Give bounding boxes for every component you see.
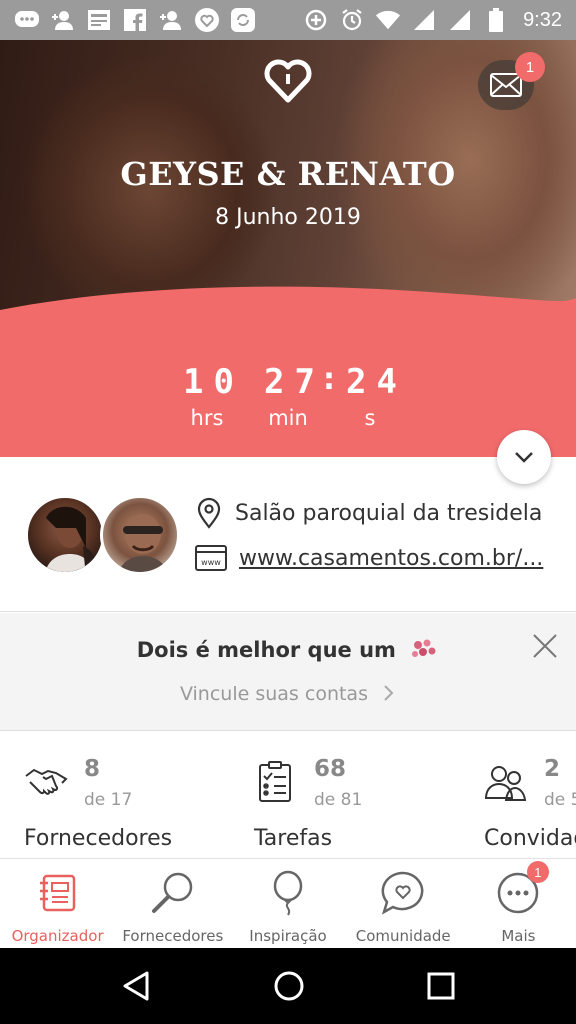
avatar-groom[interactable] <box>100 495 180 575</box>
stat-guests-label: Convidados <box>484 826 576 851</box>
nav-organizer-label: Organizador <box>11 927 104 945</box>
svg-text:www: www <box>201 558 221 567</box>
recents-icon[interactable] <box>427 972 455 1000</box>
add-user-icon <box>158 7 184 33</box>
nav-more[interactable]: Mais 1 <box>461 859 576 948</box>
home-icon[interactable] <box>273 970 305 1002</box>
heart-app-icon <box>194 7 220 33</box>
handshake-icon <box>25 768 68 795</box>
website-row[interactable]: www www.casamentos.com.br/... <box>195 545 543 571</box>
venue-name: Salão paroquial da tresidela <box>235 500 543 526</box>
stat-tasks-value: 68 <box>314 756 347 782</box>
message-icon <box>14 7 40 33</box>
countdown-separator: : <box>323 362 335 397</box>
stat-vendors-total: de 17 <box>84 790 133 810</box>
guests-icon <box>484 766 527 801</box>
signal-icon <box>447 7 473 33</box>
system-icons: 9:32 <box>303 7 562 33</box>
organizer-icon <box>34 869 82 917</box>
collapse-button[interactable] <box>497 430 551 484</box>
venue-row: Salão paroquial da tresidela <box>195 497 542 529</box>
countdown-panel: 10 27 : 24 hrs min s <box>0 286 576 457</box>
close-icon[interactable] <box>530 631 560 661</box>
planning-stats: 8 de 17 Fornecedores 68 de 81 Tarefas 2 <box>0 732 576 858</box>
balloon-icon <box>264 869 312 917</box>
wedding-date: 8 Junho 2019 <box>215 205 361 230</box>
countdown-hours: 10 <box>183 362 244 402</box>
signal-icon <box>411 7 437 33</box>
checklist-icon <box>259 761 291 802</box>
promo-title-row: Dois é melhor que um <box>0 637 576 662</box>
nav-vendors-label: Fornecedores <box>122 927 224 945</box>
more-badge: 1 <box>526 861 549 883</box>
website-link[interactable]: www.casamentos.com.br/... <box>239 546 543 571</box>
data-saver-icon <box>303 7 329 33</box>
stat-vendors-value: 8 <box>84 756 101 782</box>
facebook-icon <box>122 7 148 33</box>
stat-tasks-label: Tarefas <box>254 826 333 851</box>
minutes-label: min <box>268 406 308 430</box>
wifi-icon <box>375 7 401 33</box>
chevron-down-icon <box>515 452 533 463</box>
couple-cover-photo[interactable]: 1 GEYSE & RENATO 8 Junho 2019 <box>0 40 576 330</box>
link-accounts-action[interactable]: Vincule suas contas <box>0 683 576 705</box>
chat-heart-icon <box>379 869 427 917</box>
alarm-icon <box>339 7 365 33</box>
stat-vendors-label: Fornecedores <box>24 826 173 851</box>
link-accounts-banner: Dois é melhor que um Vincule suas contas <box>0 613 576 731</box>
nav-inspiration[interactable]: Inspiração <box>230 859 345 948</box>
promo-title: Dois é melhor que um <box>136 638 396 662</box>
mail-icon <box>490 73 522 97</box>
nav-community-label: Comunidade <box>355 927 451 945</box>
wedding-info: Salão paroquial da tresidela www www.cas… <box>0 457 576 612</box>
back-icon[interactable] <box>121 970 151 1002</box>
app-screen: 9:32 1 GEYSE & RENATO 8 Junho 2019 10 27… <box>0 0 576 1024</box>
sync-icon <box>230 7 256 33</box>
seconds-label: s <box>364 406 376 430</box>
system-navigation-bar <box>0 948 576 1024</box>
nav-inspiration-label: Inspiração <box>249 927 327 945</box>
countdown-minutes: 27 <box>264 362 325 402</box>
clock: 9:32 <box>523 8 562 31</box>
web-page-icon: www <box>195 545 227 571</box>
nav-organizer[interactable]: Organizador <box>0 859 115 948</box>
nav-community[interactable]: Comunidade <box>346 859 461 948</box>
add-user-icon <box>50 7 76 33</box>
news-icon <box>86 7 112 33</box>
status-bar: 9:32 <box>0 0 576 40</box>
bottom-navigation: Organizador Fornecedores Inspiração Comu… <box>0 858 576 948</box>
search-icon <box>149 869 197 917</box>
countdown-seconds: 24 <box>346 362 407 402</box>
stat-tasks-total: de 81 <box>314 790 363 810</box>
location-pin-icon <box>197 497 221 529</box>
stat-guests-value: 2 <box>544 756 561 782</box>
hours-label: hrs <box>190 406 224 430</box>
notification-icons <box>14 7 256 33</box>
couple-names: GEYSE & RENATO <box>120 155 456 193</box>
battery-icon <box>483 7 509 33</box>
chevron-right-icon <box>384 685 394 701</box>
stat-guests-total: de 5 <box>544 790 576 810</box>
heart-logo-icon <box>264 59 312 103</box>
avatar-bride[interactable] <box>25 495 105 575</box>
messages-badge: 1 <box>515 52 545 82</box>
flowers-icon <box>412 639 436 657</box>
link-accounts-label: Vincule suas contas <box>179 683 368 705</box>
nav-more-label: Mais <box>501 927 536 945</box>
nav-vendors[interactable]: Fornecedores <box>115 859 230 948</box>
